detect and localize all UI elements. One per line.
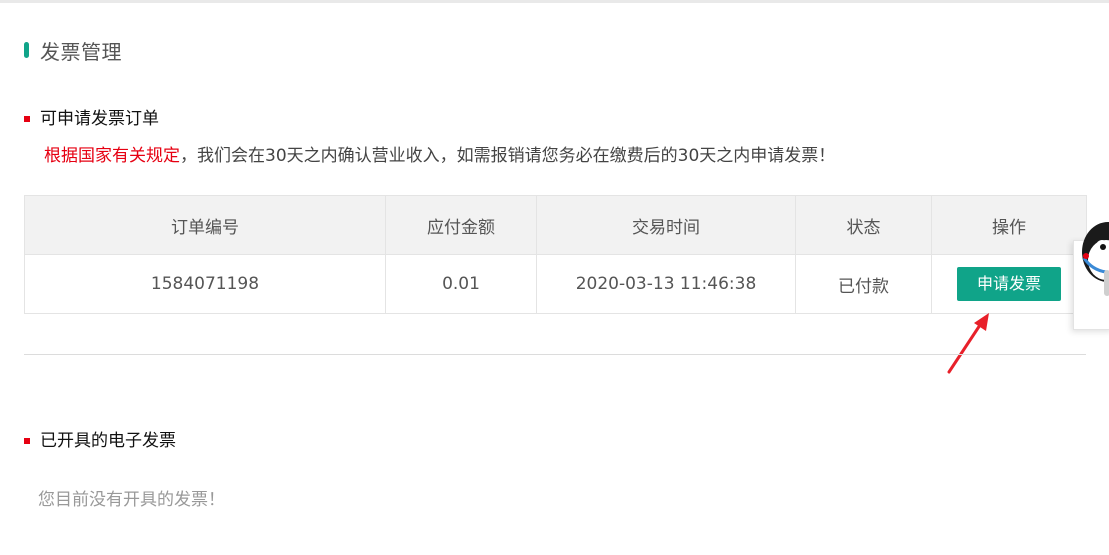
col-header-time: 交易时间 — [536, 195, 796, 255]
issued-section-header: 已开具的电子发票 — [24, 426, 176, 451]
table-row: 1584071198 0.01 2020-03-13 11:46:38 已付款 … — [24, 254, 1087, 314]
title-accent-bar — [24, 42, 29, 58]
col-header-status: 状态 — [795, 195, 932, 255]
pending-section-title: 可申请发票订单 — [40, 108, 159, 129]
notice-highlight: 根据国家有关规定 — [44, 146, 180, 166]
table-header-row: 订单编号 应付金额 交易时间 状态 操作 — [24, 195, 1087, 255]
status-cell: 已付款 — [795, 254, 932, 314]
pending-section-header: 可申请发票订单 — [24, 104, 159, 129]
section-marker-icon — [24, 116, 30, 122]
orders-table: 订单编号 应付金额 交易时间 状态 操作 1584071198 0.01 202… — [24, 195, 1087, 314]
page-title: 发票管理 — [40, 39, 122, 64]
time-cell: 2020-03-13 11:46:38 — [536, 254, 796, 314]
issued-section-title: 已开具的电子发票 — [40, 430, 176, 451]
page-header: 发票管理 — [24, 36, 122, 64]
amount-cell: 0.01 — [385, 254, 537, 314]
mascot-icon[interactable] — [1078, 210, 1109, 310]
order-id-cell: 1584071198 — [24, 254, 386, 314]
col-header-amount: 应付金额 — [385, 195, 537, 255]
red-arrow-icon — [947, 313, 989, 374]
invoice-notice: 根据国家有关规定，我们会在30天之内确认营业收入，如需报销请您务必在缴费后的30… — [44, 141, 835, 166]
notice-text: ，我们会在30天之内确认营业收入，如需报销请您务必在缴费后的30天之内申请发票！ — [180, 146, 836, 166]
section-divider — [24, 354, 1086, 355]
action-cell: 申请发票 — [931, 254, 1087, 314]
section-marker-icon — [24, 438, 30, 444]
top-border — [0, 0, 1109, 3]
apply-invoice-button[interactable]: 申请发票 — [957, 267, 1061, 301]
col-header-action: 操作 — [931, 195, 1087, 255]
col-header-order-id: 订单编号 — [24, 195, 386, 255]
empty-invoices-message: 您目前没有开具的发票！ — [38, 490, 225, 510]
